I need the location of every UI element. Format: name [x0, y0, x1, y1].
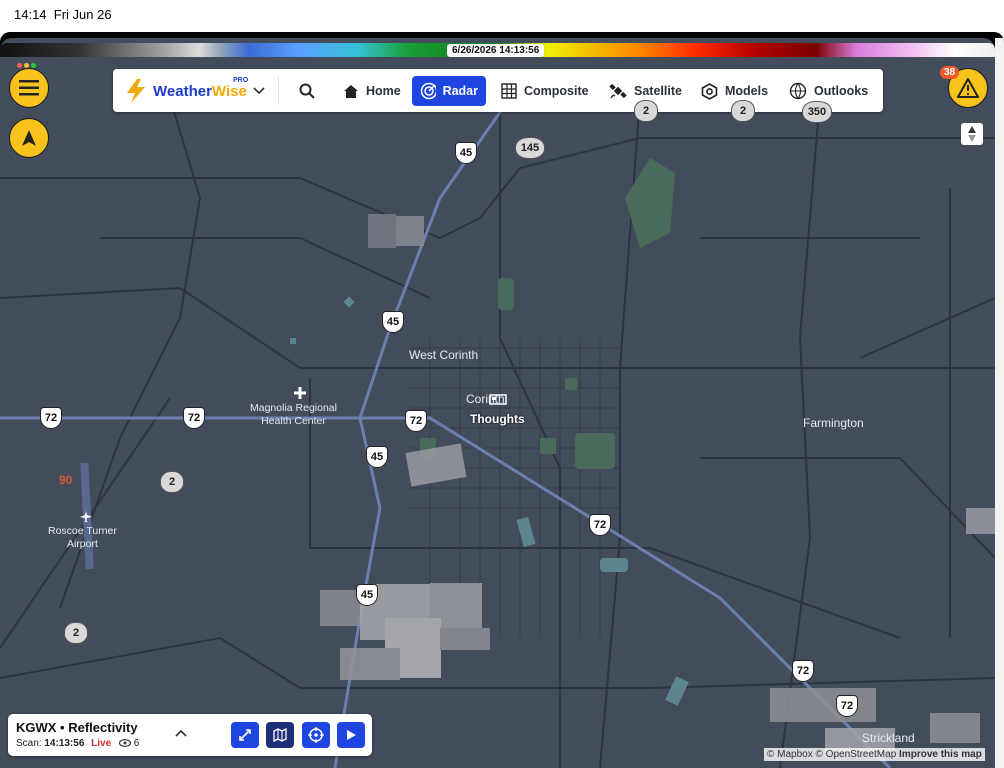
us-highway-shield: 72: [792, 660, 814, 682]
route-shield: 145: [515, 137, 545, 159]
us-highway-shield: 45: [356, 584, 378, 606]
route-shield: 2: [160, 471, 184, 493]
expand-arrows-icon: [239, 729, 251, 741]
improve-map-link[interactable]: Improve this map: [899, 749, 982, 760]
map-attribution: © Mapbox © OpenStreetMap Improve this ma…: [764, 748, 985, 761]
us-highway-shield: 72: [183, 407, 205, 429]
us-highway-shield: 45: [382, 311, 404, 333]
chevron-up-icon[interactable]: [175, 729, 187, 737]
brand-tier-badge: PRO: [233, 77, 249, 84]
tab-composite[interactable]: Composite: [493, 76, 597, 106]
grid-icon: [501, 83, 517, 99]
locate-me-button[interactable]: [9, 118, 49, 158]
us-highway-shield: 45: [455, 142, 477, 164]
place-label-airport: Roscoe Turner Airport: [48, 525, 117, 550]
brand-name-weather: Weather: [153, 82, 212, 100]
route-shield: 350: [802, 101, 832, 123]
map-icon: [273, 728, 287, 742]
map-layers-button[interactable]: [266, 722, 294, 748]
lodging-icon: [489, 394, 507, 405]
radar-map[interactable]: 6/26/2026 14:13:56 WeatherWise PRO Home …: [0, 38, 995, 768]
radar-icon: [420, 82, 436, 100]
satellite-icon: [609, 83, 627, 99]
clock-date: Fri Jun 26: [53, 7, 112, 22]
nav-divider: [278, 77, 279, 105]
tab-home[interactable]: Home: [335, 76, 409, 106]
hospital-icon: [294, 387, 306, 399]
us-highway-shield: 72: [40, 407, 62, 429]
target-icon: [308, 727, 324, 743]
globe-icon: [789, 82, 807, 100]
place-label-west-corinth: West Corinth: [409, 348, 479, 362]
side-panel-edge: [995, 38, 1004, 768]
lightning-logo-icon: [127, 79, 145, 103]
settings-button[interactable]: [302, 722, 330, 748]
us-highway-shield: 72: [836, 695, 858, 717]
live-badge: Live: [91, 738, 112, 749]
hamburger-icon: [19, 80, 39, 96]
osm-attribution-link[interactable]: © OpenStreetMap: [816, 749, 897, 760]
radar-station-title: KGWX • Reflectivity: [16, 720, 138, 735]
expand-button[interactable]: [231, 722, 259, 748]
chevron-down-icon[interactable]: [253, 87, 265, 95]
system-status-bar: 14:14 Fri Jun 26: [0, 0, 1004, 32]
search-icon: [299, 83, 315, 99]
radar-timestamp: 6/26/2026 14:13:56: [447, 44, 545, 57]
hexagon-icon: [701, 82, 718, 100]
compass-button[interactable]: [961, 123, 983, 145]
place-label-hospital: Magnolia Regional Health Center: [250, 402, 337, 427]
speed-marker: 90: [59, 473, 73, 487]
place-label-thoughts[interactable]: Thoughts: [470, 412, 525, 426]
play-button[interactable]: [337, 722, 365, 748]
top-navigation-bar: WeatherWise PRO Home Radar Composite Sat…: [113, 69, 883, 112]
app-window: 6/26/2026 14:13:56 WeatherWise PRO Home …: [0, 32, 1004, 768]
brand-logo[interactable]: WeatherWise PRO: [125, 77, 265, 105]
route-shield: 2: [64, 622, 88, 644]
viewer-count: 6: [133, 738, 140, 749]
tab-outlooks[interactable]: Outlooks: [781, 76, 876, 106]
place-label-farmington: Farmington: [803, 416, 864, 430]
radar-info-panel: KGWX • Reflectivity Scan: 14:13:56 Live …: [8, 714, 372, 756]
alert-count-badge: 38: [940, 66, 960, 79]
route-shield: 2: [634, 100, 658, 122]
route-shield: 2: [731, 100, 755, 122]
scan-label: Scan:: [16, 738, 42, 749]
navigation-arrow-icon: [22, 130, 36, 146]
clock-time: 14:14: [14, 7, 47, 22]
menu-button[interactable]: [9, 68, 49, 108]
eye-icon: [118, 739, 132, 747]
search-button[interactable]: [291, 76, 330, 106]
brand-name-wise: Wise: [211, 82, 247, 100]
close-dot-icon[interactable]: [17, 63, 22, 68]
warning-triangle-icon: [957, 78, 979, 98]
airport-icon: [80, 511, 92, 522]
play-icon: [347, 730, 356, 740]
us-highway-shield: 72: [589, 514, 611, 536]
place-label-strickland: Strickland: [862, 731, 915, 745]
tab-radar[interactable]: Radar: [412, 76, 486, 106]
mapbox-attribution-link[interactable]: © Mapbox: [767, 749, 813, 760]
scan-time: 14:13:56: [44, 738, 85, 749]
us-highway-shield: 72: [405, 410, 427, 432]
compass-icon: [968, 126, 976, 142]
us-highway-shield: 45: [366, 446, 388, 468]
home-icon: [344, 84, 358, 98]
